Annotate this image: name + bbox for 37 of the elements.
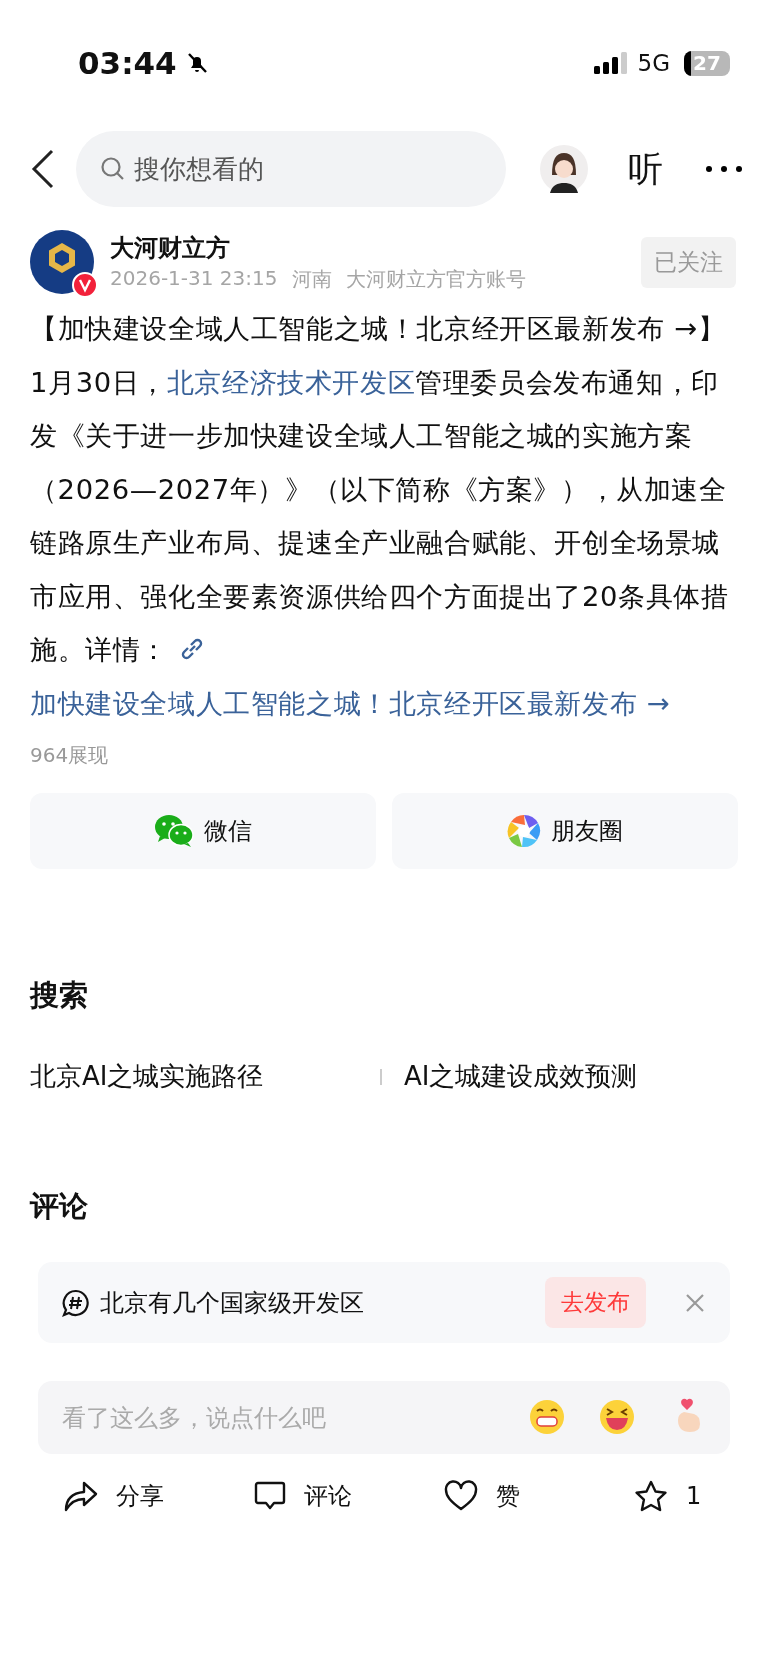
- share-option[interactable]: 微信: [30, 793, 376, 869]
- hashtag-bubble-icon: [62, 1288, 90, 1317]
- view-count: 964展现: [30, 742, 110, 769]
- comment-field[interactable]: 看了这么多，说点什么吧: [38, 1381, 730, 1454]
- avatar-icon[interactable]: [540, 145, 588, 193]
- search-suggestion[interactable]: AI之城建设成效预测: [404, 1059, 638, 1094]
- search-field[interactable]: 搜你想看的: [76, 131, 506, 207]
- section-title: 评论: [30, 1188, 89, 1224]
- listen-button[interactable]: 听: [628, 145, 663, 193]
- battery-icon: 27: [684, 50, 730, 76]
- signal-icon: [593, 52, 630, 74]
- like-button[interactable]: 赞: [444, 1474, 634, 1518]
- author-name[interactable]: 大河财立方: [110, 231, 526, 264]
- network-label: 5G: [637, 50, 670, 76]
- favorite-button[interactable]: 1: [634, 1474, 702, 1518]
- comment-button[interactable]: 评论: [254, 1474, 444, 1518]
- post-meta: 大河财立方官方账号: [345, 265, 526, 293]
- text-link[interactable]: 北京经济技术开发区: [166, 366, 416, 398]
- search-suggestion[interactable]: 北京AI之城实施路径: [30, 1059, 380, 1094]
- chat-bubbles-icon: [154, 814, 194, 848]
- section-title: 搜索: [30, 977, 89, 1013]
- share-option[interactable]: 朋友圈: [392, 793, 738, 869]
- clock: 03:44: [78, 45, 177, 81]
- back-icon[interactable]: [30, 149, 56, 189]
- emoji-icon[interactable]: [528, 1398, 566, 1436]
- share-button[interactable]: 分享: [64, 1474, 254, 1518]
- aperture-icon: [507, 814, 541, 848]
- post-text: 【加快建设全域人工智能之城！北京经开区最新发布 →】1月30日，北京经济技术开发区管理委员会发布通知，印发《关于进一步加快建设全域人工智能之城的实施方案（2026—2027年）》（以下简称《方案》），从加速全链路原生产业布局、提速全产业融合赋能、开创全场景城市应用、强化全要素资源供给四个方面提出了20条具体措施。详情：: [30, 312, 730, 667]
- share-arrow-icon: [64, 1480, 98, 1512]
- article-link[interactable]: 加快建设全域人工智能之城！北京经开区最新发布 →: [30, 676, 738, 730]
- post-meta: 河南: [291, 265, 332, 293]
- close-icon[interactable]: [686, 1293, 704, 1312]
- more-icon[interactable]: [704, 164, 744, 174]
- topic-text[interactable]: 北京有几个国家级开发区: [100, 1286, 364, 1319]
- emoji-icon[interactable]: [598, 1398, 636, 1436]
- search-icon: [100, 156, 126, 182]
- post-meta: 2026-1-31 23:15: [110, 265, 278, 292]
